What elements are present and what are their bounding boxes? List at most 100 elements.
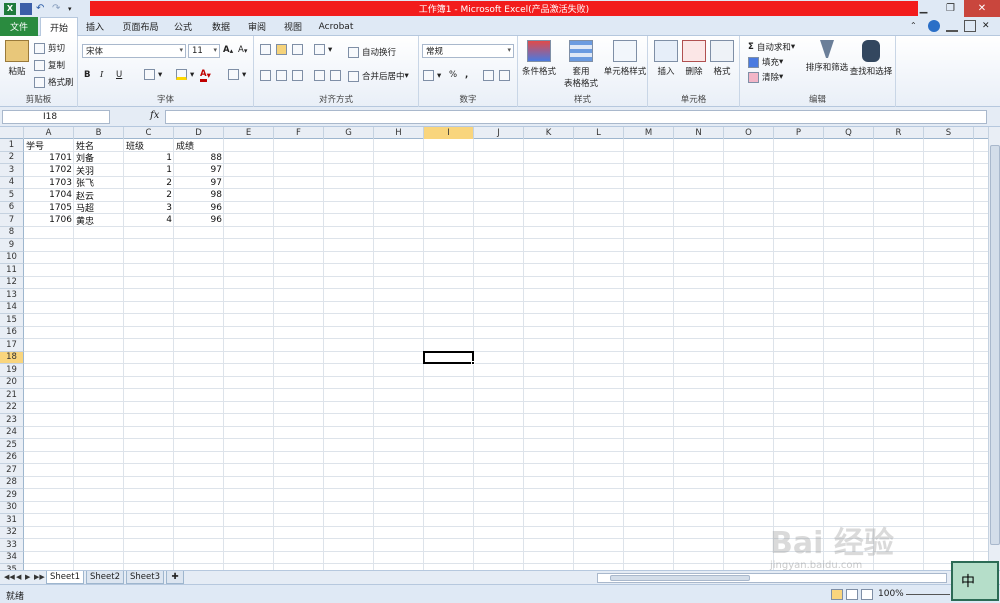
fill-handle[interactable]: [471, 361, 475, 365]
decrease-indent-button[interactable]: [314, 70, 328, 81]
row-header[interactable]: 21: [0, 389, 24, 402]
tab-home[interactable]: 开始: [40, 17, 78, 37]
row-header[interactable]: 32: [0, 526, 24, 539]
row-header[interactable]: 17: [0, 339, 24, 352]
shrink-font-button[interactable]: A ▾: [238, 45, 247, 55]
cell[interactable]: 97: [174, 164, 224, 177]
cell[interactable]: 88: [174, 152, 224, 165]
row-header[interactable]: 24: [0, 426, 24, 439]
column-header[interactable]: K: [524, 127, 574, 139]
bold-button[interactable]: B: [84, 70, 90, 80]
row-header[interactable]: 11: [0, 264, 24, 277]
column-header[interactable]: F: [274, 127, 324, 139]
zoom-level[interactable]: 100%: [878, 589, 904, 599]
cell[interactable]: 马超: [74, 202, 124, 214]
format-as-table-button[interactable]: 套用 表格格式: [558, 40, 604, 89]
fill-button[interactable]: 填充 ▾: [748, 56, 783, 68]
cell[interactable]: 赵云: [74, 189, 124, 202]
column-header[interactable]: O: [724, 127, 774, 139]
collapse-ribbon-icon[interactable]: ⌃: [910, 20, 922, 32]
phonetic-button[interactable]: ▾: [228, 69, 246, 80]
help-icon[interactable]: [928, 20, 940, 32]
first-sheet-icon[interactable]: ◀◀: [4, 573, 15, 581]
italic-button[interactable]: I: [100, 70, 103, 80]
tab-formulas[interactable]: 公式: [168, 17, 198, 36]
cell[interactable]: 姓名: [74, 139, 124, 152]
percent-button[interactable]: %: [449, 70, 457, 80]
cell[interactable]: 3: [124, 202, 174, 215]
row-header[interactable]: 10: [0, 251, 24, 264]
align-center-button[interactable]: [276, 70, 290, 81]
row-header[interactable]: 9: [0, 239, 24, 252]
sheet-tab-3[interactable]: Sheet3: [126, 571, 164, 584]
align-left-button[interactable]: [260, 70, 274, 81]
row-header[interactable]: 22: [0, 401, 24, 414]
maximize-button[interactable]: ❐: [937, 0, 964, 17]
clear-button[interactable]: 清除 ▾: [748, 71, 783, 83]
window-minimize-icon[interactable]: [946, 20, 958, 32]
row-header[interactable]: 19: [0, 364, 24, 377]
sheet-tab-2[interactable]: Sheet2: [86, 571, 124, 584]
customize-toolbar-icon[interactable]: ▾: [68, 3, 80, 15]
font-name-select[interactable]: 宋体 ▾: [82, 44, 186, 58]
underline-button[interactable]: U: [116, 70, 122, 80]
row-header[interactable]: 23: [0, 414, 24, 427]
row-header[interactable]: 7: [0, 214, 24, 227]
zoom-slider[interactable]: [906, 594, 950, 595]
find-select-button[interactable]: 查找和选择: [848, 40, 894, 77]
orientation-button[interactable]: ▾: [314, 44, 332, 55]
row-header[interactable]: 3: [0, 164, 24, 177]
cell[interactable]: 1705: [24, 202, 74, 215]
increase-indent-button[interactable]: [330, 70, 344, 81]
cell[interactable]: 96: [174, 214, 224, 227]
insert-sheet-button[interactable]: ✚: [166, 571, 184, 584]
cell[interactable]: 班级: [124, 139, 174, 152]
column-header[interactable]: Q: [824, 127, 874, 139]
merge-center-button[interactable]: 合并后居中 ▾: [348, 70, 409, 82]
grow-font-button[interactable]: A ▴: [223, 45, 233, 55]
column-header[interactable]: G: [324, 127, 374, 139]
tab-review[interactable]: 审阅: [242, 17, 272, 36]
column-header[interactable]: N: [674, 127, 724, 139]
accounting-format-button[interactable]: ▾: [423, 70, 441, 81]
row-header[interactable]: 29: [0, 489, 24, 502]
column-header[interactable]: L: [574, 127, 624, 139]
last-sheet-icon[interactable]: ▶▶: [34, 573, 45, 581]
comma-button[interactable]: ,: [465, 70, 468, 80]
minimize-button[interactable]: ▁: [910, 0, 937, 17]
fx-icon[interactable]: fx: [150, 110, 159, 121]
cell[interactable]: 4: [124, 214, 174, 227]
window-close-icon[interactable]: ✕: [982, 20, 994, 32]
column-header[interactable]: S: [924, 127, 974, 139]
decrease-decimal-button[interactable]: [499, 70, 513, 81]
row-header[interactable]: 8: [0, 226, 24, 239]
column-header[interactable]: C: [124, 127, 174, 139]
column-header[interactable]: E: [224, 127, 274, 139]
row-header[interactable]: 27: [0, 464, 24, 477]
column-header[interactable]: D: [174, 127, 224, 139]
cell[interactable]: 张飞: [74, 177, 124, 189]
cell-styles-button[interactable]: 单元格样式: [602, 40, 648, 77]
horizontal-scrollbar[interactable]: [597, 573, 947, 583]
row-header[interactable]: 18: [0, 351, 24, 364]
row-header[interactable]: 25: [0, 439, 24, 452]
redo-icon[interactable]: ↷: [52, 3, 64, 15]
row-header[interactable]: 28: [0, 476, 24, 489]
copy-button[interactable]: 复制: [34, 59, 65, 71]
close-button[interactable]: ✕: [964, 0, 1000, 17]
borders-button[interactable]: ▾: [144, 69, 162, 80]
cut-button[interactable]: 剪切: [34, 42, 65, 54]
delete-cells-button[interactable]: 删除: [680, 40, 708, 77]
format-painter-button[interactable]: 格式刷: [34, 76, 74, 88]
row-header[interactable]: 30: [0, 501, 24, 514]
row-header[interactable]: 12: [0, 276, 24, 289]
align-middle-button[interactable]: [276, 44, 290, 55]
vertical-scrollbar[interactable]: [988, 127, 1000, 570]
tab-acrobat[interactable]: Acrobat: [314, 17, 358, 36]
cell[interactable]: 成绩: [174, 139, 224, 152]
column-header[interactable]: M: [624, 127, 674, 139]
align-bottom-button[interactable]: [292, 44, 306, 55]
row-header[interactable]: 6: [0, 201, 24, 214]
row-header[interactable]: 5: [0, 189, 24, 202]
autosum-button[interactable]: Σ 自动求和 ▾: [748, 41, 795, 53]
